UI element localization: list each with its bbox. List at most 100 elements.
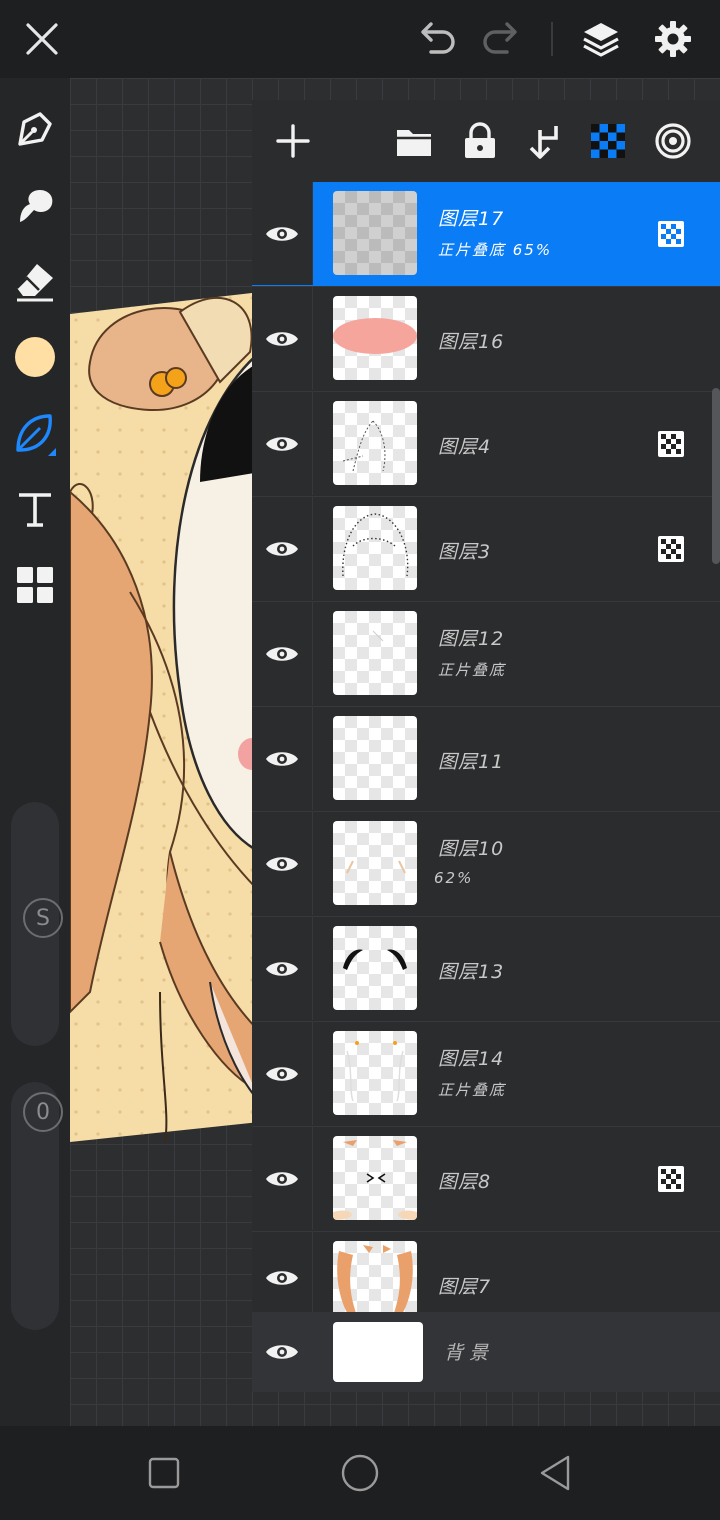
- text-T-icon: [19, 493, 51, 527]
- layer-name: 图层12: [438, 628, 505, 650]
- eye-icon: [266, 541, 298, 556]
- visibility-toggle[interactable]: [252, 1022, 313, 1125]
- layer-row[interactable]: 图层8: [252, 1127, 720, 1232]
- layer-row[interactable]: 图层11: [252, 707, 720, 812]
- layer-name: 图层7: [438, 1276, 492, 1298]
- settings-button[interactable]: [648, 14, 698, 64]
- reference-layer-button[interactable]: [583, 116, 633, 166]
- undo-icon: [421, 22, 455, 54]
- layer-row[interactable]: 图层3: [252, 497, 720, 602]
- layer-row[interactable]: 图层12 正片叠底: [252, 602, 720, 707]
- eye-icon: [266, 1345, 298, 1359]
- alpha-lock-button[interactable]: [648, 116, 698, 166]
- visibility-toggle[interactable]: [252, 1127, 313, 1230]
- layer-thumbnail: [333, 506, 417, 590]
- smudge-tool[interactable]: [8, 178, 62, 232]
- brush-size-slider[interactable]: S: [11, 802, 63, 1046]
- eraser-icon: [16, 264, 53, 302]
- visibility-toggle[interactable]: [252, 707, 313, 810]
- pen-tool[interactable]: [8, 102, 62, 156]
- layer-row[interactable]: 图层17 正片叠底 65%: [252, 182, 720, 287]
- layer-name: 图层16: [438, 331, 505, 353]
- redo-button[interactable]: [476, 14, 526, 64]
- visibility-toggle[interactable]: [252, 1232, 313, 1324]
- reference-badge-icon: [658, 536, 684, 562]
- eye-icon: [266, 1171, 298, 1186]
- layer-name: 图层13: [438, 961, 505, 983]
- layer-blend-mode: 正片叠底 65%: [438, 241, 553, 259]
- visibility-toggle[interactable]: [252, 182, 313, 285]
- selection-tool[interactable]: [8, 406, 62, 460]
- eye-icon: [266, 226, 298, 241]
- layer-row[interactable]: 图层4: [252, 392, 720, 497]
- layer-thumbnail: [333, 716, 417, 800]
- eye-icon: [266, 961, 298, 976]
- eye-icon: [266, 751, 298, 766]
- visibility-toggle[interactable]: [252, 287, 313, 390]
- close-button[interactable]: [17, 14, 67, 64]
- layers-button[interactable]: [576, 14, 626, 64]
- recent-apps-button[interactable]: [141, 1450, 187, 1496]
- layer-name: 图层10: [438, 838, 505, 860]
- visibility-toggle[interactable]: [252, 497, 313, 600]
- visibility-toggle[interactable]: [252, 392, 313, 495]
- background-layer-label: 背景: [444, 1342, 495, 1364]
- merge-down-button[interactable]: [519, 116, 569, 166]
- layer-name: 图层11: [438, 751, 505, 773]
- layer-name: 图层8: [438, 1171, 492, 1193]
- system-navigation-bar: [0, 1426, 720, 1520]
- eye-icon: [266, 331, 298, 346]
- folder-button[interactable]: [389, 116, 439, 166]
- toolbar-divider: [551, 22, 553, 56]
- eraser-tool[interactable]: [8, 254, 62, 308]
- home-icon: [341, 1454, 379, 1492]
- layer-thumbnail: [333, 296, 417, 380]
- text-tool[interactable]: [8, 482, 62, 536]
- visibility-toggle[interactable]: [252, 602, 313, 705]
- current-color-swatch: [15, 337, 55, 377]
- layer-list[interactable]: 图层17 正片叠底 65% 图层16 图层4 图层3 图层12 正片叠底 图层1…: [252, 182, 720, 1324]
- add-layer-button[interactable]: [268, 116, 318, 166]
- color-picker[interactable]: [8, 330, 62, 384]
- eye-icon: [266, 436, 298, 451]
- visibility-toggle[interactable]: [252, 1312, 312, 1392]
- layer-row[interactable]: 图层10 62%: [252, 812, 720, 917]
- layer-name: 图层17: [438, 208, 505, 230]
- layer-name: 图层3: [438, 541, 492, 563]
- eye-icon: [266, 1271, 298, 1285]
- top-bar: [0, 0, 720, 78]
- recent-apps-icon: [148, 1457, 180, 1489]
- home-button[interactable]: [337, 1450, 383, 1496]
- lock-layer-button[interactable]: [455, 116, 505, 166]
- tool-sidebar: S 0: [0, 78, 70, 1426]
- grid-tool[interactable]: [8, 558, 62, 612]
- layer-row[interactable]: 图层7: [252, 1232, 720, 1324]
- reference-badge-icon: [658, 431, 684, 457]
- close-icon: [26, 23, 58, 55]
- layer-row[interactable]: 图层16: [252, 287, 720, 392]
- visibility-toggle[interactable]: [252, 917, 313, 1020]
- artwork-preview: [70, 292, 260, 1142]
- visibility-toggle[interactable]: [252, 812, 313, 915]
- undo-button[interactable]: [412, 14, 462, 64]
- folder-icon: [397, 130, 431, 156]
- layer-panel: 图层17 正片叠底 65% 图层16 图层4 图层3 图层12 正片叠底 图层1…: [252, 100, 720, 1392]
- layer-thumbnail: [333, 191, 417, 275]
- brush-opacity-slider[interactable]: 0: [11, 1082, 63, 1330]
- opacity-badge: 0: [23, 1092, 63, 1132]
- leaf-lasso-icon: [16, 414, 56, 456]
- layer-thumbnail: [333, 1136, 417, 1220]
- layer-row[interactable]: 图层13: [252, 917, 720, 1022]
- layer-thumbnail: [333, 401, 417, 485]
- layer-opacity: 62%: [434, 869, 474, 887]
- alpha-lock-icon: [655, 123, 691, 159]
- smudge-icon: [20, 190, 53, 222]
- background-layer-row[interactable]: 背景: [252, 1312, 720, 1392]
- back-button[interactable]: [533, 1450, 579, 1496]
- layer-row[interactable]: 图层14 正片叠底: [252, 1022, 720, 1127]
- lock-icon: [465, 122, 495, 158]
- add-icon: [276, 124, 310, 158]
- gear-icon: [655, 21, 691, 57]
- layer-list-scrollbar[interactable]: [712, 388, 720, 564]
- layer-thumbnail: [333, 1031, 417, 1115]
